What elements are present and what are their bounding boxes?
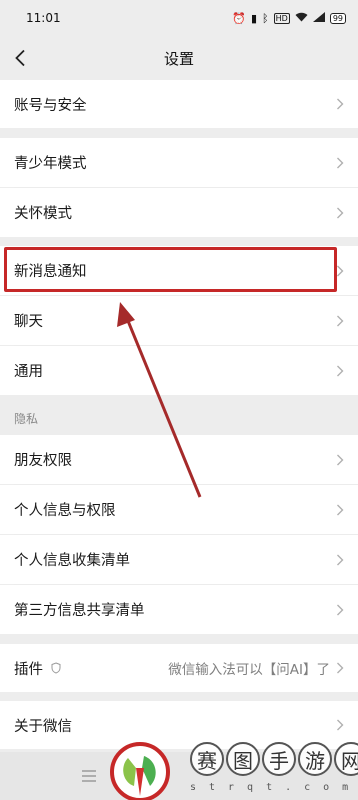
menu-icon[interactable]	[82, 770, 96, 782]
settings-item-account-security[interactable]: 账号与安全	[0, 80, 358, 128]
chevron-right-icon	[337, 315, 344, 326]
settings-item-label: 关怀模式	[14, 206, 72, 222]
settings-item-label: 聊天	[14, 314, 43, 330]
settings-item-new-message-notifications[interactable]: 新消息通知	[0, 246, 358, 295]
plugins-value: 微信输入法可以【问AI】了	[168, 662, 330, 678]
chevron-right-icon	[337, 207, 344, 218]
chevron-right-icon	[337, 265, 344, 276]
settings-item-label: 个人信息收集清单	[14, 553, 130, 569]
settings-item-friend-permissions[interactable]: 朋友权限	[0, 435, 358, 484]
settings-item-care-mode[interactable]: 关怀模式	[0, 188, 358, 237]
status-time: 11:01	[26, 11, 61, 25]
settings-item-general[interactable]: 通用	[0, 346, 358, 395]
settings-item-about-wechat[interactable]: 关于微信	[0, 701, 358, 749]
settings-item-label: 关于微信	[14, 718, 72, 735]
settings-item-label: 青少年模式	[14, 156, 87, 172]
wifi-icon	[295, 12, 308, 25]
chevron-right-icon	[337, 662, 344, 674]
chevron-right-icon	[337, 365, 344, 376]
settings-item-chat[interactable]: 聊天	[0, 296, 358, 345]
nav-bar: 设置	[0, 36, 358, 80]
settings-item-label: 账号与安全	[14, 97, 87, 114]
chevron-right-icon	[337, 157, 344, 168]
bluetooth-icon: ᛒ	[262, 11, 269, 25]
settings-item-personal-info-list[interactable]: 个人信息收集清单	[0, 535, 358, 584]
chevron-right-icon	[337, 604, 344, 615]
chevron-right-icon	[337, 554, 344, 565]
chevron-left-icon	[15, 49, 25, 67]
status-icons: ⏰ ▮ ᛒ HD 99	[232, 11, 346, 25]
battery-icon: 99	[329, 12, 346, 24]
chevron-right-icon	[337, 719, 344, 731]
settings-item-label: 个人信息与权限	[14, 503, 116, 519]
settings-item-label: 朋友权限	[14, 453, 72, 469]
settings-item-label: 新消息通知	[14, 264, 87, 280]
status-bar: 11:01 ⏰ ▮ ᛒ HD 99	[0, 0, 358, 36]
bottom-bar	[0, 752, 358, 800]
settings-item-label: 第三方信息共享清单	[14, 603, 145, 619]
settings-item-label: 插件	[14, 661, 43, 678]
hd-icon: HD	[273, 12, 290, 24]
settings-item-third-party-sharing-list[interactable]: 第三方信息共享清单	[0, 585, 358, 634]
settings-item-label: 通用	[14, 364, 43, 380]
back-button[interactable]	[8, 44, 32, 72]
signal-icon	[312, 11, 325, 25]
alarm-icon: ⏰	[232, 11, 246, 25]
shield-icon	[51, 662, 61, 674]
section-label-privacy: 隐私	[14, 412, 39, 426]
chevron-right-icon	[337, 504, 344, 515]
settings-item-plugins[interactable]: 插件 微信输入法可以【问AI】了	[0, 644, 358, 692]
chevron-right-icon	[337, 98, 344, 110]
settings-item-teen-mode[interactable]: 青少年模式	[0, 138, 358, 187]
page-title: 设置	[163, 49, 194, 68]
vibrate-icon: ▮	[250, 11, 258, 25]
settings-item-personal-info-permissions[interactable]: 个人信息与权限	[0, 485, 358, 534]
chevron-right-icon	[337, 454, 344, 465]
